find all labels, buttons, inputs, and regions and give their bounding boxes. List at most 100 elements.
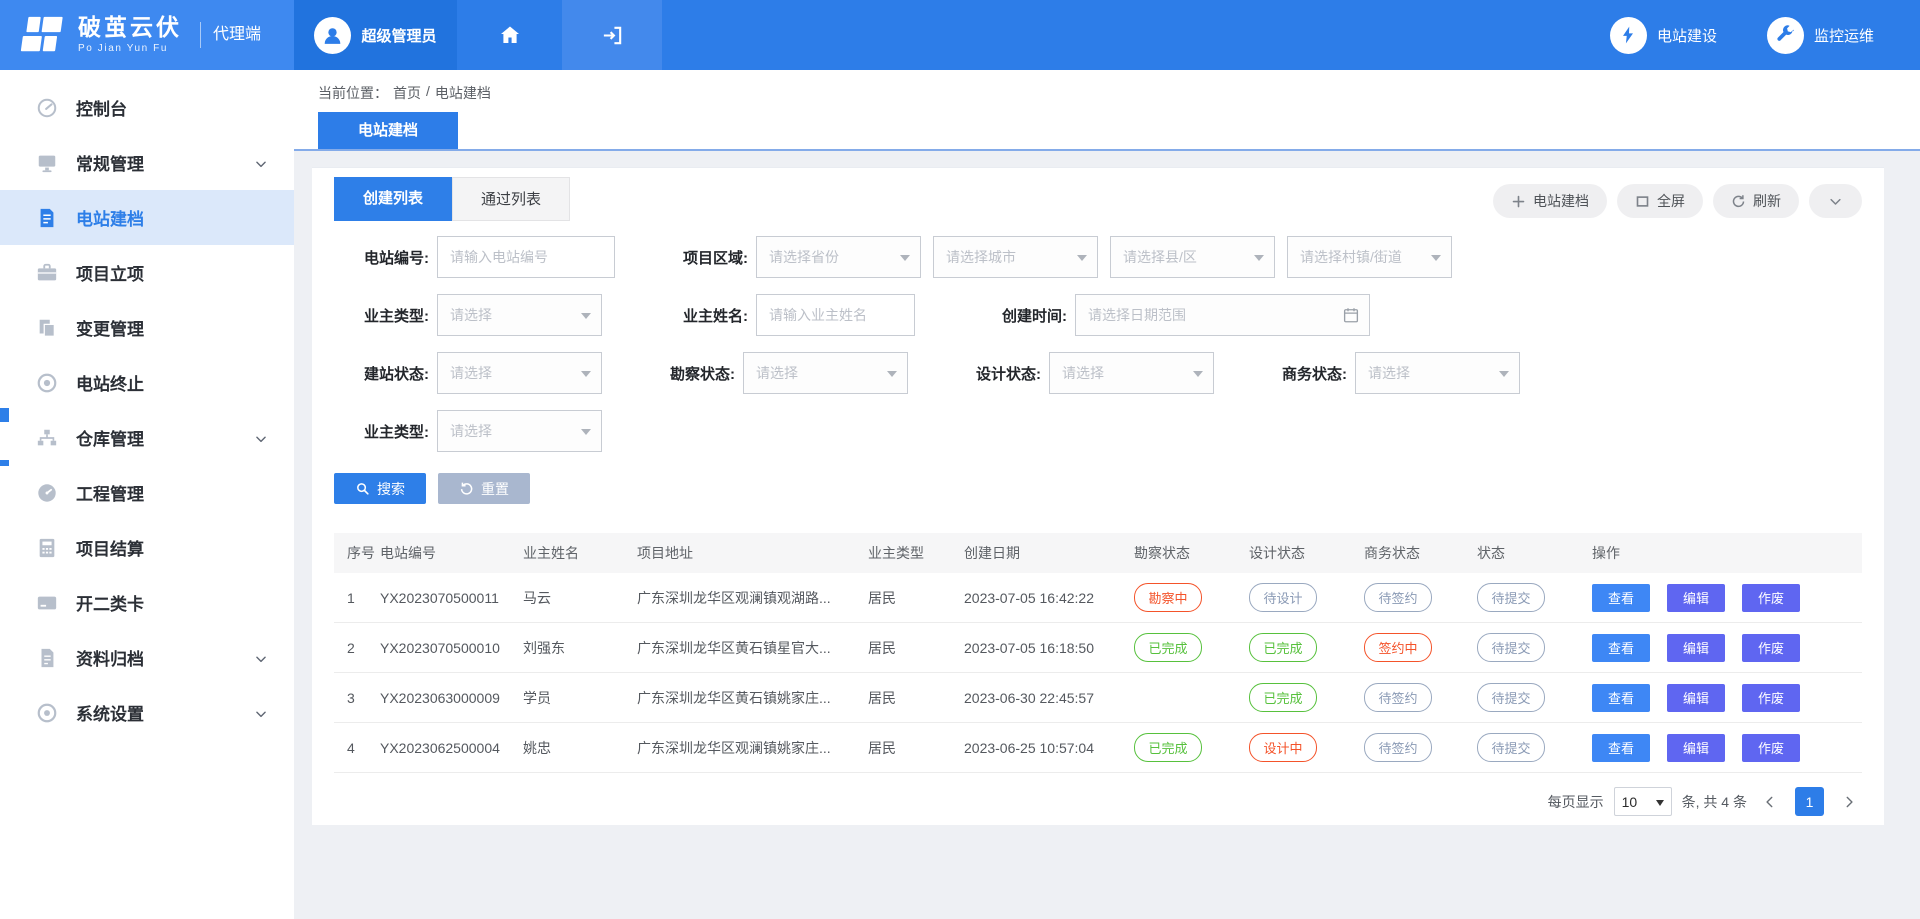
header-nav-label: 监控运维: [1814, 25, 1874, 46]
owner-name-input[interactable]: [756, 294, 915, 336]
create-time-placeholder: 请选择日期范围: [1088, 305, 1186, 325]
table-header-row: 序号电站编号业主姓名项目地址业主类型创建日期勘察状态设计状态商务状态状态操作: [334, 533, 1862, 573]
pagination: 每页显示 10 条, 共 4 条 1: [334, 787, 1862, 816]
sidebar-item-开二类卡[interactable]: 开二类卡: [0, 575, 294, 630]
gauge-icon: [36, 482, 58, 504]
expand-toggle-button[interactable]: [1809, 184, 1862, 218]
logout-button[interactable]: [562, 0, 662, 70]
table-cell: 2023-06-30 22:45:57: [964, 690, 1134, 706]
chevron-down-icon: [254, 706, 268, 720]
caret-down-icon: [1077, 255, 1087, 266]
caret-down-icon: [1431, 255, 1441, 266]
build-status-select[interactable]: 请选择: [437, 352, 602, 394]
monitor-icon: [36, 152, 58, 174]
column-header: 业主类型: [868, 543, 964, 563]
filter-row-4: 业主类型: 请选择: [334, 410, 1862, 452]
per-page-select[interactable]: 10: [1614, 787, 1672, 816]
table-cell: 广东深圳龙华区黄石镇姚家庄...: [637, 688, 868, 708]
view-button[interactable]: 查看: [1592, 734, 1650, 762]
station-code-input[interactable]: [437, 236, 615, 278]
tab-通过列表[interactable]: 通过列表: [452, 177, 570, 221]
page-number-button[interactable]: 1: [1795, 787, 1824, 816]
table-cell: 居民: [868, 738, 964, 758]
sidebar-item-label: 电站建档: [76, 205, 144, 230]
sidebar-item-项目立项[interactable]: 项目立项: [0, 245, 294, 300]
edit-button[interactable]: 编辑: [1667, 684, 1725, 712]
status-cell: 已完成: [1249, 633, 1364, 662]
station-code-label: 电站编号:: [334, 247, 429, 268]
owner-type-select[interactable]: 请选择: [437, 294, 602, 336]
sidebar-item-仓库管理[interactable]: 仓库管理: [0, 410, 294, 465]
page-title-tab[interactable]: 电站建档: [318, 112, 458, 149]
刷新-button[interactable]: 刷新: [1713, 184, 1799, 218]
chevron-down-icon: [254, 156, 268, 170]
owner-type2-select[interactable]: 请选择: [437, 410, 602, 452]
sidebar-item-控制台[interactable]: 控制台: [0, 80, 294, 135]
table-cell: 马云: [523, 588, 637, 608]
table-cell: 2023-06-25 10:57:04: [964, 740, 1134, 756]
table-row: 3YX2023063000009学员广东深圳龙华区黄石镇姚家庄...居民2023…: [334, 673, 1862, 723]
user-menu[interactable]: 超级管理员: [294, 0, 457, 70]
edit-button[interactable]: 编辑: [1667, 584, 1725, 612]
status-badge: 待签约: [1364, 683, 1432, 712]
void-button[interactable]: 作废: [1742, 634, 1800, 662]
calculator-icon: [36, 537, 58, 559]
全屏-button[interactable]: 全屏: [1617, 184, 1703, 218]
电站建档-button[interactable]: 电站建档: [1493, 184, 1607, 218]
void-button[interactable]: 作废: [1742, 684, 1800, 712]
column-header: 业主姓名: [523, 543, 637, 563]
reset-button[interactable]: 重置: [438, 473, 530, 504]
sidebar-item-工程管理[interactable]: 工程管理: [0, 465, 294, 520]
caret-down-icon: [887, 371, 897, 382]
home-button[interactable]: [457, 0, 562, 70]
next-page-button[interactable]: [1836, 789, 1862, 815]
sidebar-item-label: 系统设置: [76, 700, 144, 725]
owner-name-label: 业主姓名:: [653, 305, 748, 326]
create-time-range-picker[interactable]: 请选择日期范围: [1075, 294, 1370, 336]
sitemap-icon: [36, 427, 58, 449]
search-button[interactable]: 搜索: [334, 473, 426, 504]
view-button[interactable]: 查看: [1592, 634, 1650, 662]
breadcrumb-home-link[interactable]: 首页: [393, 83, 421, 103]
wrench-icon: [1767, 17, 1804, 54]
status-badge: 签约中: [1364, 633, 1432, 662]
archive-icon: [36, 647, 58, 669]
header-nav-监控运维[interactable]: 监控运维: [1767, 17, 1874, 54]
sidebar-item-电站终止[interactable]: 电站终止: [0, 355, 294, 410]
view-button[interactable]: 查看: [1592, 684, 1650, 712]
city-select[interactable]: 请选择城市: [933, 236, 1098, 278]
tab-创建列表[interactable]: 创建列表: [334, 177, 452, 221]
void-button[interactable]: 作废: [1742, 734, 1800, 762]
header-nav-电站建设[interactable]: 电站建设: [1610, 17, 1717, 54]
user-name: 超级管理员: [361, 25, 436, 46]
column-header: 商务状态: [1364, 543, 1477, 563]
status-cell: 待设计: [1249, 583, 1364, 612]
sidebar-scrollbar-marker: [0, 408, 9, 422]
district-select[interactable]: 请选择县/区: [1110, 236, 1275, 278]
business-status-select[interactable]: 请选择: [1355, 352, 1520, 394]
sidebar-item-变更管理[interactable]: 变更管理: [0, 300, 294, 355]
sidebar-item-电站建档[interactable]: 电站建档: [0, 190, 294, 245]
design-status-select[interactable]: 请选择: [1049, 352, 1214, 394]
province-select[interactable]: 请选择省份: [756, 236, 921, 278]
sidebar-item-常规管理[interactable]: 常规管理: [0, 135, 294, 190]
breadcrumb: 当前位置： 首页 / 电站建档: [318, 70, 1920, 103]
main-content: 当前位置： 首页 / 电站建档 电站建档 创建列表通过列表 电站建档全屏刷新 电…: [294, 70, 1920, 919]
sidebar-item-系统设置[interactable]: 系统设置: [0, 685, 294, 740]
column-header: 操作: [1592, 543, 1862, 563]
table-cell: 3: [334, 690, 380, 706]
sidebar: 控制台常规管理电站建档项目立项变更管理电站终止仓库管理工程管理项目结算开二类卡资…: [0, 70, 294, 919]
portal-label: 代理端: [200, 22, 261, 48]
village-select[interactable]: 请选择村镇/街道: [1287, 236, 1452, 278]
sidebar-item-项目结算[interactable]: 项目结算: [0, 520, 294, 575]
void-button[interactable]: 作废: [1742, 584, 1800, 612]
edit-button[interactable]: 编辑: [1667, 634, 1725, 662]
sidebar-item-资料归档[interactable]: 资料归档: [0, 630, 294, 685]
table-body: 1YX2023070500011马云广东深圳龙华区观澜镇观湖路...居民2023…: [334, 573, 1862, 773]
edit-button[interactable]: 编辑: [1667, 734, 1725, 762]
view-button[interactable]: 查看: [1592, 584, 1650, 612]
table-cell: 居民: [868, 588, 964, 608]
survey-status-select[interactable]: 请选择: [743, 352, 908, 394]
business-status-placeholder: 请选择: [1368, 363, 1410, 383]
prev-page-button[interactable]: [1757, 789, 1783, 815]
